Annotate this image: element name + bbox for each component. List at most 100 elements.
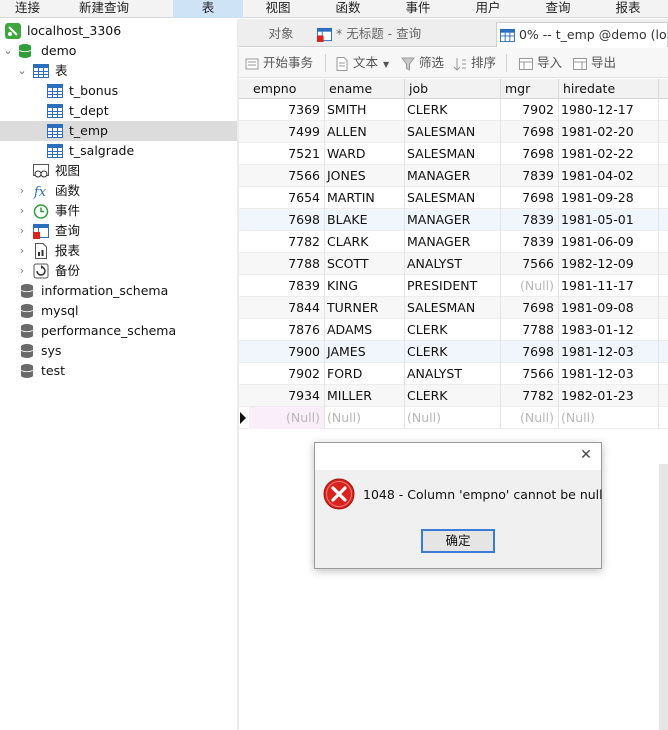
tree-database-sys[interactable]: sys bbox=[0, 341, 237, 361]
begin-transaction-button[interactable]: 开始事务 bbox=[245, 53, 313, 73]
menu-queries[interactable]: 查询 bbox=[525, 0, 591, 18]
cell-hiredate[interactable]: 1981-09-28 bbox=[559, 187, 659, 209]
cell-hiredate[interactable]: 1981-12-03 bbox=[559, 341, 659, 363]
cell-mgr[interactable]: 7698 bbox=[501, 187, 559, 209]
cell-empno[interactable]: 7654 bbox=[249, 187, 325, 209]
cell-empno[interactable]: (Null) bbox=[249, 407, 325, 429]
table-row[interactable]: 7902 FORD ANALYST 7566 1981-12-03 bbox=[239, 363, 668, 385]
cell-ename[interactable]: JONES bbox=[325, 165, 405, 187]
cell-ename[interactable]: MILLER bbox=[325, 385, 405, 407]
table-row[interactable]: 7839 KING PRESIDENT (Null) 1981-11-17 bbox=[239, 275, 668, 297]
column-header-ename[interactable]: ename bbox=[325, 79, 405, 99]
menu-views[interactable]: 视图 bbox=[245, 0, 311, 18]
cell-hiredate[interactable]: 1981-02-20 bbox=[559, 121, 659, 143]
tab-objects[interactable]: 对象 bbox=[251, 22, 311, 47]
cell-job[interactable]: SALESMAN bbox=[405, 187, 501, 209]
tab-untitled-query[interactable]: * 无标题 - 查询 bbox=[313, 22, 491, 47]
cell-hiredate[interactable]: 1981-02-22 bbox=[559, 143, 659, 165]
tree-database-demo[interactable]: ⌄ demo bbox=[0, 41, 237, 61]
cell-empno[interactable]: 7839 bbox=[249, 275, 325, 297]
chevron-down-icon[interactable]: ⌄ bbox=[16, 62, 28, 80]
table-row[interactable]: 7499 ALLEN SALESMAN 7698 1981-02-20 bbox=[239, 121, 668, 143]
tree-table-t-bonus[interactable]: t_bonus bbox=[0, 81, 237, 101]
cell-hiredate[interactable]: 1982-01-23 bbox=[559, 385, 659, 407]
chevron-right-icon[interactable]: › bbox=[16, 182, 28, 200]
tab-table-t-emp[interactable]: 0% -- t_emp @demo (loc... bbox=[496, 22, 668, 47]
menu-connect[interactable]: 连接 bbox=[0, 0, 55, 18]
table-row[interactable]: 7934 MILLER CLERK 7782 1982-01-23 bbox=[239, 385, 668, 407]
cell-ename[interactable]: ADAMS bbox=[325, 319, 405, 341]
tree-database-performance-schema[interactable]: performance_schema bbox=[0, 321, 237, 341]
table-row[interactable]: 7844 TURNER SALESMAN 7698 1981-09-08 bbox=[239, 297, 668, 319]
chevron-right-icon[interactable]: › bbox=[16, 262, 28, 280]
cell-mgr[interactable]: 7839 bbox=[501, 165, 559, 187]
cell-empno[interactable]: 7788 bbox=[249, 253, 325, 275]
cell-job[interactable]: MANAGER bbox=[405, 165, 501, 187]
cell-job[interactable]: PRESIDENT bbox=[405, 275, 501, 297]
cell-empno[interactable]: 7698 bbox=[249, 209, 325, 231]
menu-new-query[interactable]: 新建查询 bbox=[68, 0, 140, 18]
cell-ename[interactable]: CLARK bbox=[325, 231, 405, 253]
tree-table-t-emp[interactable]: t_emp bbox=[0, 121, 237, 141]
filter-button[interactable]: 筛选 bbox=[401, 53, 444, 73]
cell-mgr[interactable]: 7698 bbox=[501, 341, 559, 363]
cell-ename[interactable]: WARD bbox=[325, 143, 405, 165]
cell-empno[interactable]: 7876 bbox=[249, 319, 325, 341]
table-row-new[interactable]: (Null) (Null) (Null) (Null) (Null) bbox=[239, 407, 668, 429]
cell-hiredate[interactable]: 1981-06-09 bbox=[559, 231, 659, 253]
table-row[interactable]: 7900 JAMES CLERK 7698 1981-12-03 bbox=[239, 341, 668, 363]
cell-job[interactable]: SALESMAN bbox=[405, 297, 501, 319]
table-row[interactable]: 7876 ADAMS CLERK 7788 1983-01-12 bbox=[239, 319, 668, 341]
chevron-down-icon[interactable]: ⌄ bbox=[2, 42, 14, 60]
cell-mgr[interactable]: 7566 bbox=[501, 363, 559, 385]
cell-hiredate[interactable]: 1982-12-09 bbox=[559, 253, 659, 275]
cell-ename[interactable]: TURNER bbox=[325, 297, 405, 319]
table-row[interactable]: 7654 MARTIN SALESMAN 7698 1981-09-28 bbox=[239, 187, 668, 209]
column-header-hiredate[interactable]: hiredate bbox=[559, 79, 659, 99]
cell-job[interactable]: CLERK bbox=[405, 385, 501, 407]
cell-hiredate[interactable]: 1983-01-12 bbox=[559, 319, 659, 341]
tree-database-test[interactable]: test bbox=[0, 361, 237, 381]
cell-hiredate[interactable]: 1980-12-17 bbox=[559, 99, 659, 121]
tree-group-tables[interactable]: ⌄ 表 bbox=[0, 61, 237, 81]
cell-job[interactable]: MANAGER bbox=[405, 231, 501, 253]
cell-mgr[interactable]: 7698 bbox=[501, 121, 559, 143]
cell-ename[interactable]: FORD bbox=[325, 363, 405, 385]
cell-mgr[interactable]: (Null) bbox=[501, 275, 559, 297]
cell-job[interactable]: (Null) bbox=[405, 407, 501, 429]
cell-empno[interactable]: 7900 bbox=[249, 341, 325, 363]
cell-empno[interactable]: 7566 bbox=[249, 165, 325, 187]
tree-table-t-salgrade[interactable]: t_salgrade bbox=[0, 141, 237, 161]
export-button[interactable]: 导出 bbox=[573, 53, 616, 73]
cell-hiredate[interactable]: 1981-05-01 bbox=[559, 209, 659, 231]
cell-ename[interactable]: SMITH bbox=[325, 99, 405, 121]
tree-group-views[interactable]: 视图 bbox=[0, 161, 237, 181]
table-row[interactable]: 7566 JONES MANAGER 7839 1981-04-02 bbox=[239, 165, 668, 187]
cell-mgr[interactable]: 7698 bbox=[501, 297, 559, 319]
cell-job[interactable]: CLERK bbox=[405, 99, 501, 121]
cell-empno[interactable]: 7844 bbox=[249, 297, 325, 319]
chevron-right-icon[interactable]: › bbox=[16, 222, 28, 240]
chevron-right-icon[interactable]: › bbox=[16, 202, 28, 220]
table-row[interactable]: 7698 BLAKE MANAGER 7839 1981-05-01 bbox=[239, 209, 668, 231]
close-icon[interactable]: ✕ bbox=[578, 447, 594, 463]
tree-group-queries[interactable]: › 查询 bbox=[0, 221, 237, 241]
table-row[interactable]: 7521 WARD SALESMAN 7698 1981-02-22 bbox=[239, 143, 668, 165]
cell-ename[interactable]: MARTIN bbox=[325, 187, 405, 209]
cell-mgr[interactable]: (Null) bbox=[501, 407, 559, 429]
cell-hiredate[interactable]: 1981-11-17 bbox=[559, 275, 659, 297]
cell-job[interactable]: CLERK bbox=[405, 341, 501, 363]
tree-table-t-dept[interactable]: t_dept bbox=[0, 101, 237, 121]
cell-empno[interactable]: 7782 bbox=[249, 231, 325, 253]
cell-empno[interactable]: 7521 bbox=[249, 143, 325, 165]
column-header-empno[interactable]: empno bbox=[249, 79, 325, 99]
cell-mgr[interactable]: 7566 bbox=[501, 253, 559, 275]
cell-ename[interactable]: KING bbox=[325, 275, 405, 297]
tree-group-functions[interactable]: › fx 函数 bbox=[0, 181, 237, 201]
text-button[interactable]: 文本 ▼ bbox=[335, 53, 389, 73]
import-button[interactable]: 导入 bbox=[519, 53, 562, 73]
cell-job[interactable]: CLERK bbox=[405, 319, 501, 341]
tree-group-backups[interactable]: › 备份 bbox=[0, 261, 237, 281]
cell-mgr[interactable]: 7902 bbox=[501, 99, 559, 121]
cell-mgr[interactable]: 7839 bbox=[501, 209, 559, 231]
